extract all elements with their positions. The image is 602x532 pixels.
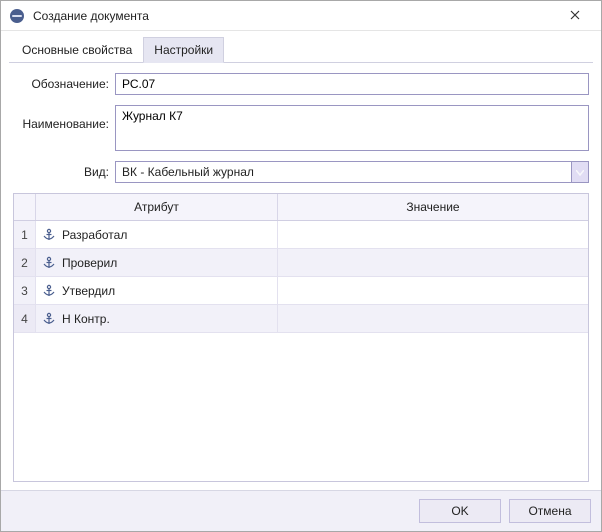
table-row[interactable]: 4 Н Контр. [14,305,588,333]
attr-value[interactable] [278,277,588,304]
attr-value[interactable] [278,221,588,248]
form-area: Обозначение: Наименование: Журнал К7 Вид… [9,63,593,189]
close-icon [570,9,580,23]
kind-select-dropdown-button[interactable] [571,161,589,183]
table-row[interactable]: 2 Проверил [14,249,588,277]
grid-header-index [14,194,36,220]
designation-input[interactable] [115,73,589,95]
table-row[interactable]: 3 Утвердил [14,277,588,305]
kind-select[interactable]: ВК - Кабельный журнал [115,161,589,183]
anchor-icon [42,312,56,326]
tab-settings[interactable]: Настройки [143,37,224,63]
grid-header-value[interactable]: Значение [278,194,588,220]
cancel-button[interactable]: Отмена [509,499,591,523]
designation-label: Обозначение: [13,77,109,91]
attr-value[interactable] [278,305,588,332]
anchor-icon [42,228,56,242]
attributes-grid: Атрибут Значение 1 Разработал 2 Проверил [13,193,589,482]
name-label: Наименование: [13,105,109,131]
chevron-down-icon [576,165,584,179]
kind-label: Вид: [13,165,109,179]
table-row[interactable]: 1 Разработал [14,221,588,249]
window-title: Создание документа [33,9,555,23]
name-input[interactable]: Журнал К7 [115,105,589,151]
row-index: 1 [14,221,36,248]
attr-name: Утвердил [62,284,115,298]
grid-header: Атрибут Значение [14,194,588,221]
row-index: 3 [14,277,36,304]
tab-main-properties[interactable]: Основные свойства [11,37,143,62]
attr-value[interactable] [278,249,588,276]
anchor-icon [42,256,56,270]
kind-select-value: ВК - Кабельный журнал [115,161,571,183]
close-button[interactable] [555,2,595,30]
grid-header-attribute[interactable]: Атрибут [36,194,278,220]
grid-body: 1 Разработал 2 Проверил 3 Утве [14,221,588,481]
anchor-icon [42,284,56,298]
app-icon [9,8,25,24]
row-index: 2 [14,249,36,276]
attr-name: Разработал [62,228,127,242]
tab-strip: Основные свойства Настройки [9,37,593,63]
dialog-footer: OK Отмена [1,490,601,531]
row-index: 4 [14,305,36,332]
attr-name: Проверил [62,256,117,270]
title-bar: Создание документа [1,1,601,31]
attr-name: Н Контр. [62,312,110,326]
ok-button[interactable]: OK [419,499,501,523]
